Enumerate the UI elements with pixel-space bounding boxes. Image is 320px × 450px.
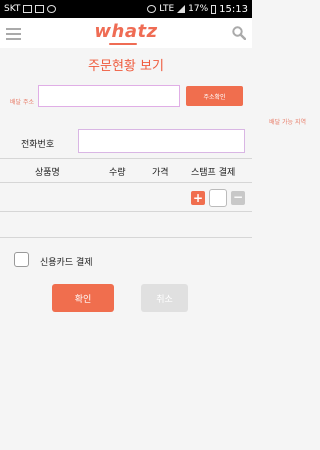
stamp-count-box[interactable]	[209, 189, 227, 207]
section-divider	[0, 237, 252, 238]
table-header-divider	[0, 182, 252, 183]
delivery-area-link[interactable]: 배달 가능 지역	[269, 117, 306, 126]
app-notification-icon	[47, 5, 57, 13]
network-type: LTE	[159, 4, 175, 14]
search-icon[interactable]	[232, 26, 246, 40]
phone-input[interactable]	[78, 129, 245, 153]
clock: 15:13	[219, 3, 248, 15]
column-header-price: 가격	[152, 168, 169, 178]
battery-icon	[211, 4, 217, 14]
address-check-button[interactable]: 주소확인	[186, 86, 243, 106]
table-bottom-divider	[0, 211, 252, 212]
carrier-label: SKT	[4, 4, 21, 14]
confirm-button[interactable]: 확인	[52, 284, 114, 312]
status-bar: SKT LTE 17% 15:13	[0, 0, 252, 18]
stamp-minus-button[interactable]: −	[231, 191, 245, 205]
column-header-stamp-payment: 스탬프 결제	[191, 168, 236, 178]
signal-icon	[177, 5, 186, 13]
column-header-product: 상품명	[35, 168, 60, 178]
image-notification-icon	[23, 5, 33, 13]
address-input[interactable]	[38, 85, 180, 107]
table-top-divider	[0, 158, 252, 159]
app-bar: whatz	[0, 18, 252, 48]
credit-card-checkbox[interactable]	[14, 252, 29, 267]
stamp-plus-button[interactable]: +	[191, 191, 205, 205]
credit-card-label: 신용카드 결제	[40, 258, 93, 268]
gallery-notification-icon	[35, 5, 45, 13]
address-label: 배달 주소	[10, 99, 34, 106]
page-title: 주문현황 보기	[88, 59, 164, 74]
column-header-quantity: 수량	[109, 168, 126, 178]
phone-label: 전화번호	[21, 140, 55, 150]
cancel-button[interactable]: 취소	[141, 284, 188, 312]
logo-underline	[109, 43, 137, 45]
app-logo: whatz	[94, 21, 158, 42]
alarm-icon	[147, 5, 157, 13]
battery-percent: 17%	[188, 4, 209, 14]
